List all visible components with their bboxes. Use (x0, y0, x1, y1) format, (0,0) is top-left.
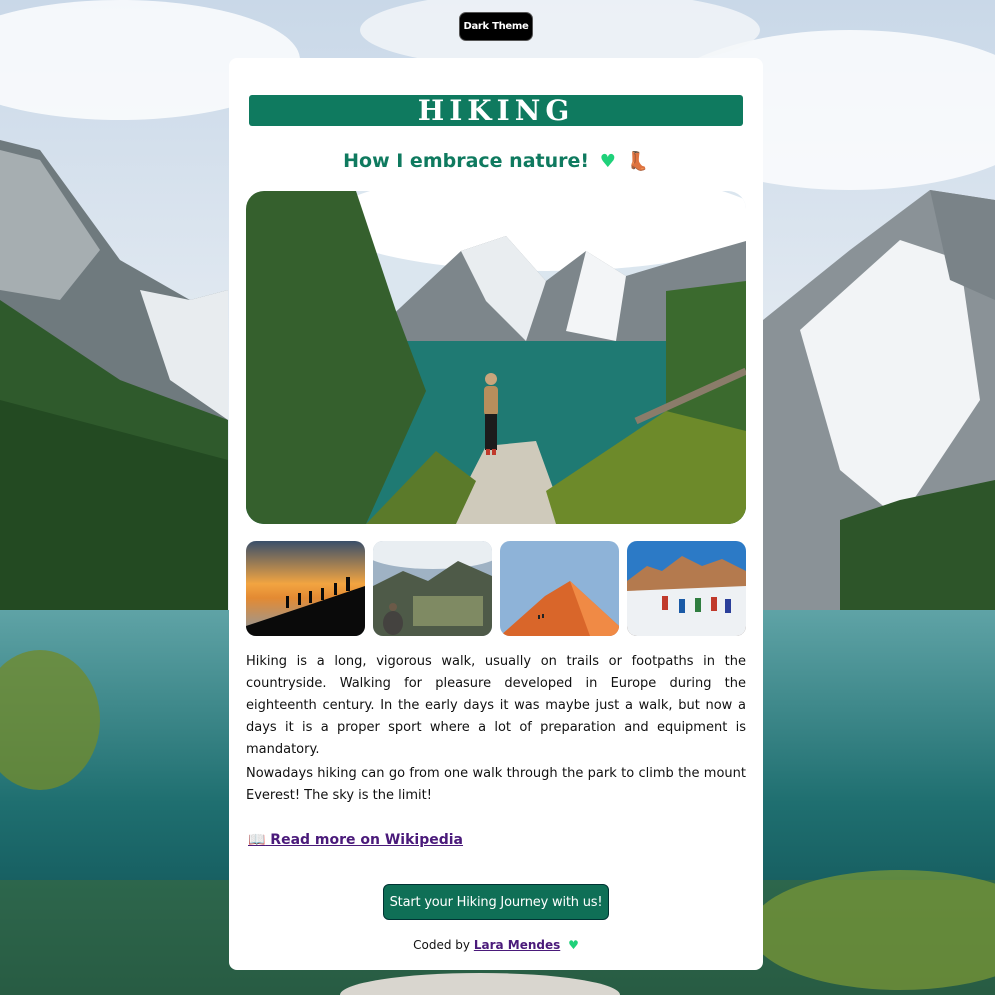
dark-theme-toggle[interactable]: Dark Theme (459, 12, 533, 41)
footer-credit: Coded by Lara Mendes ♥ (229, 938, 763, 952)
hero-image-hiker-lake (246, 191, 746, 524)
hiking-description-paragraph: Hiking is a long, vigorous walk, usually… (246, 654, 746, 757)
start-hiking-journey-button[interactable]: Start your Hiking Journey with us! (383, 884, 609, 920)
hiking-nowadays-paragraph: Nowadays hiking can go from one walk thr… (246, 766, 746, 803)
open-book-icon: 📖 (248, 832, 266, 848)
thumbnail-hikers-sunset (246, 541, 365, 636)
wikipedia-link-label: Read more on Wikipedia (265, 832, 464, 848)
thumbnail-desert-dune (500, 541, 619, 636)
page-title: HIKING (249, 95, 743, 126)
green-heart-icon: ♥ (599, 151, 616, 172)
wikipedia-link[interactable]: 📖 Read more on Wikipedia (248, 832, 463, 848)
subtitle-text: How I embrace nature! (343, 150, 590, 172)
hiking-boot-icon: 👢 (626, 151, 649, 172)
footer-prefix: Coded by (413, 938, 470, 952)
hiking-card: HIKING How I embrace nature! ♥ 👢 Hiking … (229, 58, 763, 970)
thumbnail-mountain-ruins (373, 541, 492, 636)
author-link[interactable]: Lara Mendes (474, 938, 560, 952)
green-heart-icon: ♥ (568, 938, 579, 952)
page-subtitle: How I embrace nature! ♥ 👢 (229, 150, 763, 172)
thumbnail-hikers-snow (627, 541, 746, 636)
